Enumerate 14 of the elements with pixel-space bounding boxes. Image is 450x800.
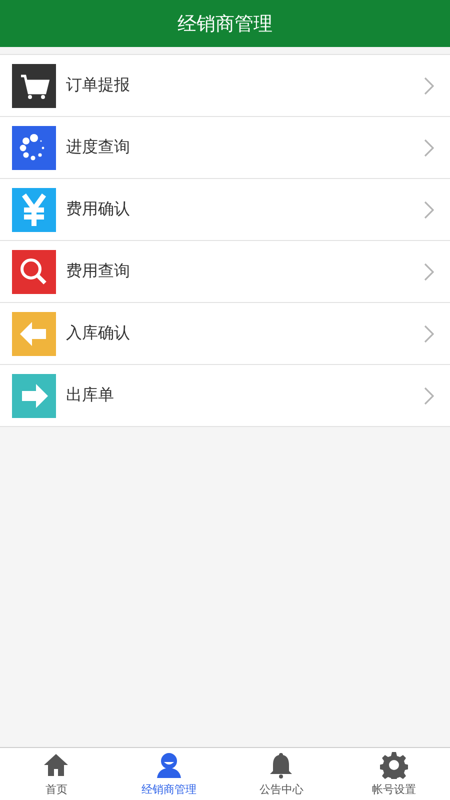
chevron-icon bbox=[424, 200, 434, 218]
chevron-icon bbox=[424, 76, 434, 94]
chevron-icon bbox=[424, 324, 434, 342]
tab[interactable]: 首页 bbox=[0, 748, 112, 800]
settings-icon bbox=[380, 751, 408, 779]
chevron-icon bbox=[424, 262, 434, 280]
chevron-icon bbox=[424, 138, 434, 156]
tab[interactable]: 帐号设置 bbox=[338, 748, 450, 800]
tab[interactable]: 公告中心 bbox=[225, 748, 338, 800]
page-title: 经销商管理 bbox=[178, 12, 272, 36]
tab[interactable]: 经销商管理 bbox=[112, 748, 225, 800]
chevron-icon bbox=[424, 386, 434, 404]
person-icon bbox=[154, 751, 183, 779]
home-icon bbox=[42, 751, 70, 779]
